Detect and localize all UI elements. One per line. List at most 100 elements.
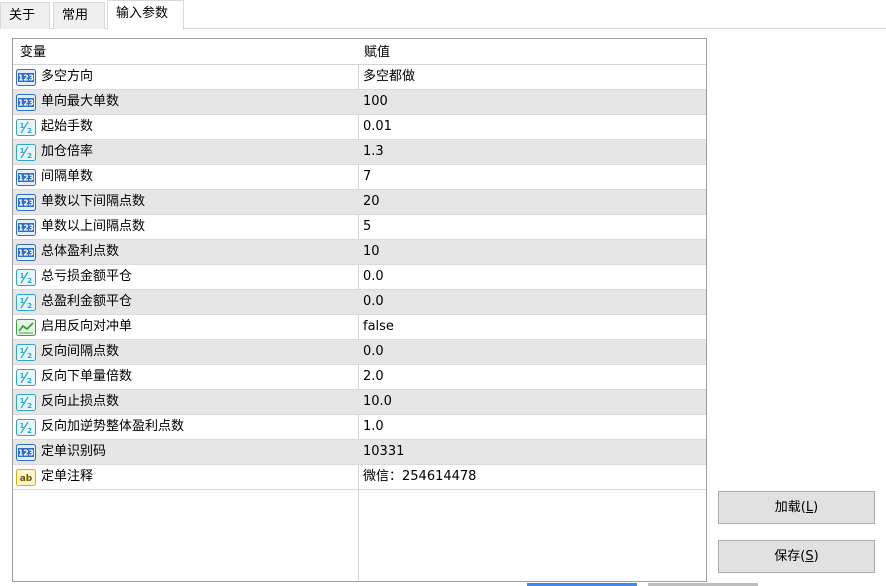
parameter-name: 总盈利金额平仓	[41, 294, 133, 309]
svg-text:2: 2	[27, 277, 32, 285]
parameter-value[interactable]: 0.01	[363, 115, 392, 139]
parameter-name: 加仓倍率	[41, 144, 94, 159]
parameter-value[interactable]: 100	[363, 90, 388, 114]
table-row[interactable]: 123 总体盈利点数 10	[13, 240, 706, 265]
svg-text:ab: ab	[20, 474, 33, 484]
tab-common[interactable]: 常用	[53, 2, 105, 29]
parameter-name: 单向最大单数	[41, 94, 120, 109]
svg-text:2: 2	[27, 377, 32, 385]
integer-icon: 123	[16, 219, 36, 236]
save-button-label: 保存(	[774, 549, 806, 564]
parameter-name: 单数以下间隔点数	[41, 194, 146, 209]
table-row[interactable]: 1 2 反向加逆势整体盈利点数 1.0	[13, 415, 706, 440]
svg-text:123: 123	[18, 224, 34, 233]
parameter-name: 反向下单量倍数	[41, 369, 133, 384]
load-button-label: 加载(	[774, 500, 806, 515]
parameter-value[interactable]: 1.0	[363, 415, 384, 439]
table-row[interactable]: 启用反向对冲单 false	[13, 315, 706, 340]
table-body: 123 多空方向 多空都做 123 单向最大单数 100 1 2 起始手数 0.01 1 2 加仓倍率 1…	[13, 65, 706, 490]
parameter-name: 定单注释	[41, 469, 94, 484]
double-icon: 12	[16, 144, 36, 161]
integer-icon: 123	[16, 94, 36, 111]
parameter-value[interactable]: 0.0	[363, 340, 384, 364]
parameter-value[interactable]: 微信：254614478	[363, 465, 476, 489]
parameter-name: 多空方向	[41, 69, 94, 84]
parameter-name: 总亏损金额平仓	[41, 269, 133, 284]
table-row[interactable]: ab 定单注释 微信：254614478	[13, 465, 706, 490]
parameter-value[interactable]: 7	[363, 165, 371, 189]
parameter-value[interactable]: 1.3	[363, 140, 384, 164]
double-icon: 12	[16, 369, 36, 386]
table-row[interactable]: 1 2 加仓倍率 1.3	[13, 140, 706, 165]
table-row[interactable]: 123 多空方向 多空都做	[13, 65, 706, 90]
integer-icon: 123	[16, 69, 36, 86]
column-header-value[interactable]: 赋值	[364, 39, 390, 65]
double-icon: 12	[16, 119, 36, 136]
double-icon: 12	[16, 294, 36, 311]
string-icon: ab	[16, 469, 36, 486]
double-icon: 12	[16, 394, 36, 411]
save-button-hotkey: S	[805, 549, 814, 564]
parameter-name: 定单识别码	[41, 444, 107, 459]
table-header: 变量 赋值	[13, 39, 706, 65]
parameter-value[interactable]: 0.0	[363, 290, 384, 314]
table-row[interactable]: 1 2 总盈利金额平仓 0.0	[13, 290, 706, 315]
table-row[interactable]: 1 2 总亏损金额平仓 0.0	[13, 265, 706, 290]
bool-icon	[16, 319, 36, 336]
parameter-value[interactable]: 0.0	[363, 265, 384, 289]
svg-text:2: 2	[27, 152, 32, 160]
parameter-name: 启用反向对冲单	[41, 319, 133, 334]
table-row[interactable]: 123 单数以上间隔点数 5	[13, 215, 706, 240]
svg-text:2: 2	[27, 427, 32, 435]
table-row[interactable]: 123 单向最大单数 100	[13, 90, 706, 115]
parameter-name: 间隔单数	[41, 169, 94, 184]
parameter-name: 单数以上间隔点数	[41, 219, 146, 234]
table-row[interactable]: 1 2 起始手数 0.01	[13, 115, 706, 140]
parameter-value[interactable]: 5	[363, 215, 371, 239]
double-icon: 12	[16, 344, 36, 361]
svg-text:123: 123	[18, 99, 34, 108]
table-row[interactable]: 123 单数以下间隔点数 20	[13, 190, 706, 215]
svg-text:2: 2	[27, 302, 32, 310]
load-button[interactable]: 加载(L)	[718, 491, 875, 524]
svg-text:123: 123	[18, 199, 34, 208]
svg-text:123: 123	[18, 74, 34, 83]
table-row[interactable]: 1 2 反向间隔点数 0.0	[13, 340, 706, 365]
tab-about[interactable]: 关于	[0, 2, 50, 29]
parameter-name: 反向间隔点数	[41, 344, 120, 359]
parameter-value[interactable]: 20	[363, 190, 380, 214]
save-button[interactable]: 保存(S)	[718, 540, 875, 573]
parameter-name: 起始手数	[41, 119, 94, 134]
parameter-value[interactable]: 多空都做	[363, 65, 415, 89]
svg-text:2: 2	[27, 352, 32, 360]
integer-icon: 123	[16, 444, 36, 461]
parameter-name: 反向止损点数	[41, 394, 120, 409]
tab-bar: 关于 常用 输入参数	[0, 0, 886, 30]
integer-icon: 123	[16, 169, 36, 186]
table-row[interactable]: 123 定单识别码 10331	[13, 440, 706, 465]
integer-icon: 123	[16, 244, 36, 261]
svg-text:2: 2	[27, 127, 32, 135]
double-icon: 12	[16, 419, 36, 436]
table-row[interactable]: 123 间隔单数 7	[13, 165, 706, 190]
parameter-value[interactable]: 10.0	[363, 390, 392, 414]
table-row[interactable]: 1 2 反向止损点数 10.0	[13, 390, 706, 415]
parameter-value[interactable]: 2.0	[363, 365, 384, 389]
table-row[interactable]: 1 2 反向下单量倍数 2.0	[13, 365, 706, 390]
svg-text:123: 123	[18, 174, 34, 183]
parameter-value[interactable]: 10	[363, 240, 380, 264]
save-button-label-end: )	[813, 549, 819, 564]
column-header-variable[interactable]: 变量	[20, 39, 46, 65]
svg-text:123: 123	[18, 249, 34, 258]
svg-text:123: 123	[18, 449, 34, 458]
parameter-value[interactable]: false	[363, 315, 394, 339]
integer-icon: 123	[16, 194, 36, 211]
svg-text:2: 2	[27, 402, 32, 410]
parameter-name: 反向加逆势整体盈利点数	[41, 419, 185, 434]
load-button-label-end: )	[813, 500, 819, 515]
parameters-table[interactable]: 变量 赋值 123 多空方向 多空都做 123 单向最大单数 100 1 2 起始手数 0.01 1…	[12, 38, 707, 582]
double-icon: 12	[16, 269, 36, 286]
tab-input-parameters[interactable]: 输入参数	[107, 0, 184, 30]
parameter-value[interactable]: 10331	[363, 440, 404, 464]
parameter-name: 总体盈利点数	[41, 244, 120, 259]
